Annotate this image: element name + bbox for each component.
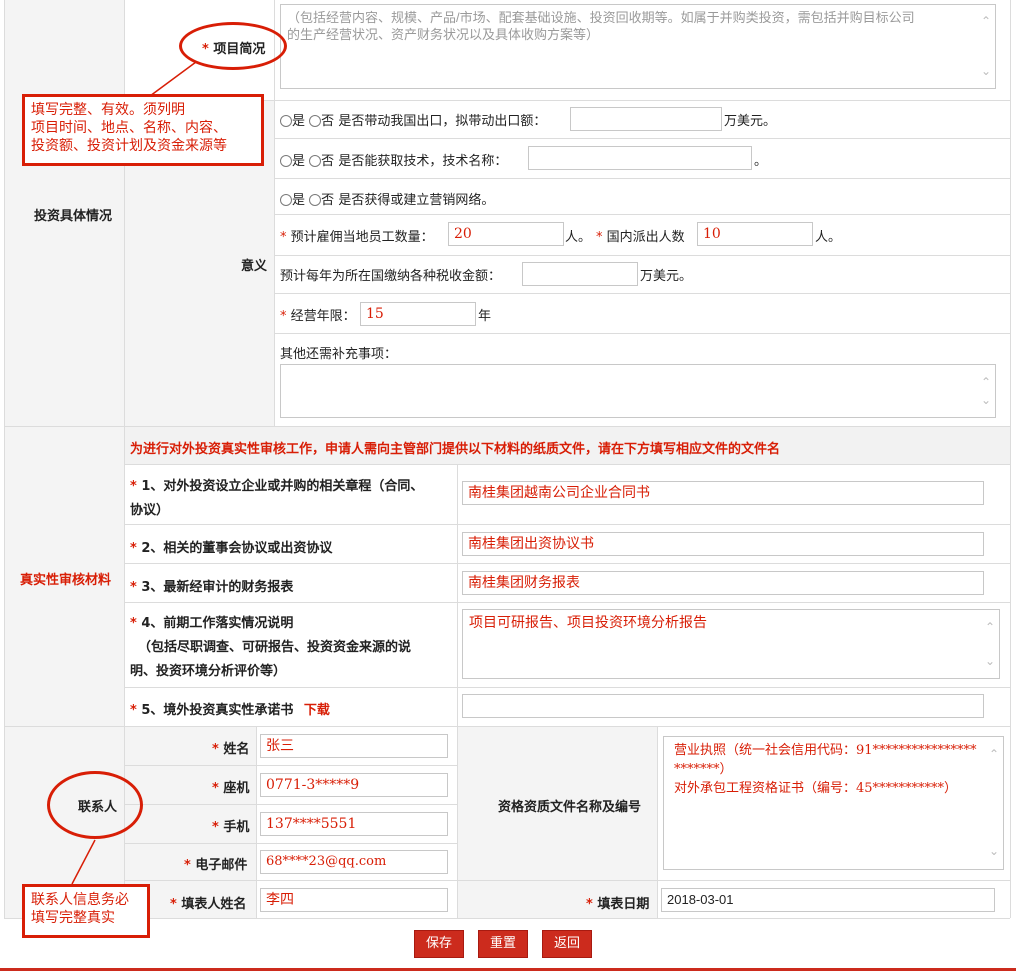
- annotation-oval-contact: [47, 771, 143, 839]
- annotation-line-2: [71, 839, 96, 885]
- annotation-box-contact-requirements: 联系人信息务必 填写完整真实: [22, 884, 150, 938]
- annotation-oval-project-overview: [179, 22, 287, 70]
- annotation-box-project-requirements: 填写完整、有效。须列明 项目时间、地点、名称、内容、 投资额、投资计划及资金来源…: [22, 94, 264, 166]
- annotation-line-1: [149, 61, 197, 97]
